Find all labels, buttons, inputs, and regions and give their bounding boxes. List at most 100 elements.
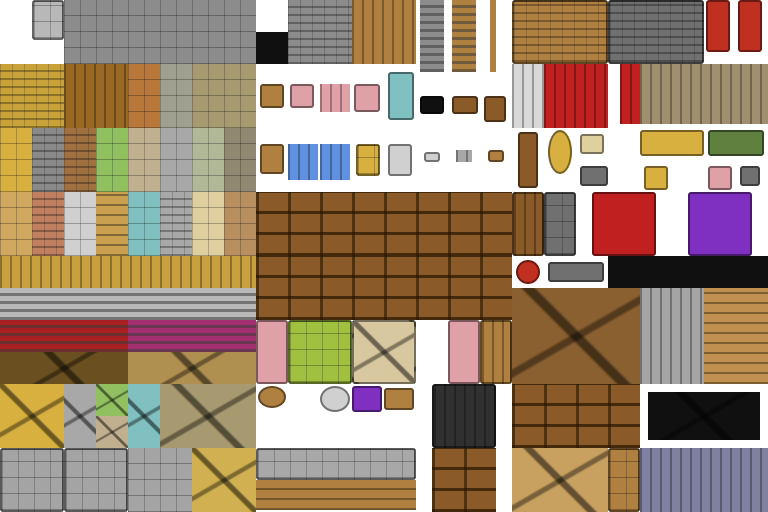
green-tile — [96, 128, 128, 192]
crack-marks — [648, 392, 760, 440]
purple-table — [352, 386, 382, 412]
carved-gray-tile — [128, 448, 192, 512]
red-throne — [592, 192, 656, 256]
wood-crate — [608, 448, 640, 512]
yellow-brick-wall — [0, 64, 64, 128]
stone-facade — [288, 0, 352, 64]
stone-sign — [580, 166, 608, 186]
sand-stone — [128, 128, 160, 192]
small-rack — [456, 150, 472, 162]
herringbone-floor — [96, 192, 128, 256]
blue-curtain — [320, 144, 350, 180]
cracked-gray-floor — [64, 384, 96, 448]
kitchen-counter — [256, 448, 416, 480]
sacks — [512, 448, 608, 512]
cracked-green-floor — [96, 384, 128, 416]
wood-floor — [0, 256, 256, 288]
rope-ladder — [452, 0, 476, 72]
magenta-carpet — [128, 320, 256, 352]
dark-shutter — [484, 96, 506, 122]
grandfather-clock — [518, 132, 538, 188]
bed-pink-2 — [448, 320, 480, 384]
painting-forest — [708, 130, 764, 156]
light-gray-stone — [160, 128, 192, 192]
iron-fence — [640, 448, 768, 512]
cracked-stone — [96, 416, 128, 448]
cabinet-row — [256, 192, 512, 256]
rope — [490, 0, 496, 72]
portrait — [644, 166, 668, 190]
red-curtain — [544, 64, 608, 128]
stained-glass-window — [356, 144, 380, 176]
swords — [548, 262, 604, 282]
banner — [738, 0, 762, 52]
sage-stone — [192, 128, 224, 192]
stone-pillar — [640, 288, 704, 384]
cracked-dark-floor — [0, 352, 128, 384]
painting-landscape — [640, 130, 704, 156]
teal-tile — [128, 192, 160, 256]
small-stool — [488, 150, 504, 162]
shadow-shapes — [608, 256, 768, 288]
bookshelf-row — [256, 256, 512, 320]
organ — [432, 448, 496, 512]
carved-gray-block — [64, 448, 128, 512]
banner — [706, 0, 730, 52]
crates — [512, 384, 640, 448]
round-table — [258, 386, 286, 408]
carved-gray-block — [0, 448, 64, 512]
pink-curtain-window — [290, 84, 314, 108]
pink-curtain — [320, 84, 350, 112]
dark-stone — [224, 128, 256, 192]
bed-pink — [256, 320, 288, 384]
red-brick — [32, 192, 64, 256]
yellow-tile — [0, 128, 32, 192]
cracked-yellow-floor — [0, 384, 64, 448]
cracked-tan-floor — [128, 352, 256, 384]
brown-floor — [224, 192, 256, 256]
stove — [608, 0, 704, 64]
bed-linen — [352, 320, 416, 384]
tan-curtain — [640, 64, 768, 124]
carved-gold-tile — [192, 448, 256, 512]
red-carpet — [0, 320, 128, 352]
arched-window — [260, 144, 284, 174]
silver-stripe-floor — [0, 288, 256, 320]
flower-painting — [708, 166, 732, 190]
gray-wall — [160, 192, 192, 256]
cracked-beige-floor — [160, 384, 256, 448]
small-frame — [740, 166, 760, 186]
stone-floor — [64, 0, 256, 64]
iron-door — [544, 192, 576, 256]
piano — [432, 384, 496, 448]
beige-stone — [192, 64, 256, 128]
wood-facade — [352, 0, 416, 64]
tan-floor — [0, 192, 32, 256]
orange-cobble — [128, 64, 160, 128]
purple-throne — [688, 192, 752, 256]
mirror — [548, 130, 572, 174]
cracked-teal-floor — [128, 384, 160, 448]
note — [580, 134, 604, 154]
barrels — [704, 288, 768, 384]
white-stone — [64, 192, 96, 256]
wardrobe — [480, 320, 512, 384]
small-shelf — [424, 152, 440, 162]
black-wall-edge — [256, 32, 288, 64]
blue-curtain-window — [288, 144, 318, 180]
curtain-window — [354, 84, 380, 112]
log-wall — [64, 64, 128, 128]
gray-brick — [32, 128, 64, 192]
wood-bench — [384, 388, 414, 410]
pottery — [512, 288, 640, 384]
gray-cobble — [160, 64, 192, 128]
cream-floor — [192, 192, 224, 256]
tileset-sheet — [0, 0, 768, 512]
shield — [516, 260, 540, 284]
arched-frame — [388, 72, 414, 120]
red-curtain-side — [620, 64, 640, 124]
brown-brick — [64, 128, 96, 192]
bed-green — [288, 320, 352, 384]
stone-arch — [388, 144, 412, 176]
wooden-door — [512, 192, 544, 256]
